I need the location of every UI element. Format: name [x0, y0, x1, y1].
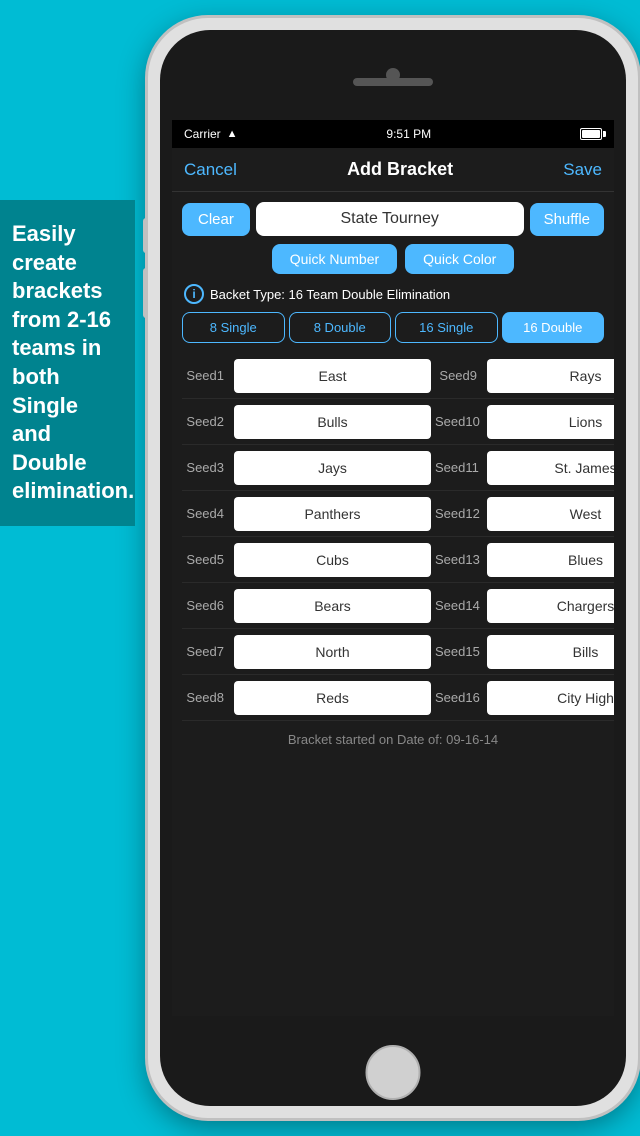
type-8-double[interactable]: 8 Double — [289, 312, 392, 343]
vol-down-button — [143, 268, 148, 318]
seed-input-8[interactable] — [234, 681, 431, 715]
seed-row-7: Seed7 — [182, 629, 435, 675]
seed-label-11: Seed11 — [435, 460, 483, 475]
seed-input-10[interactable] — [487, 405, 614, 439]
status-time: 9:51 PM — [386, 127, 431, 141]
cancel-button[interactable]: Cancel — [184, 160, 237, 180]
home-button[interactable] — [366, 1045, 421, 1100]
seed-input-3[interactable] — [234, 451, 431, 485]
footer-bar: Bracket started on Date of: 09-16-14 — [172, 721, 614, 759]
vol-up-button — [143, 218, 148, 253]
nav-bar: Cancel Add Bracket Save — [172, 148, 614, 192]
carrier-label: Carrier — [184, 127, 221, 141]
seed-input-5[interactable] — [234, 543, 431, 577]
seed-input-13[interactable] — [487, 543, 614, 577]
footer-text: Bracket started on Date of: 09-16-14 — [288, 732, 498, 747]
seed-row-1: Seed1 — [182, 353, 435, 399]
bracket-type-label: Backet Type: 16 Team Double Elimination — [210, 287, 450, 302]
seed-input-14[interactable] — [487, 589, 614, 623]
type-selector: 8 Single 8 Double 16 Single 16 Double — [182, 312, 604, 343]
shuffle-button[interactable]: Shuffle — [530, 203, 604, 236]
status-bar: Carrier ▲ 9:51 PM — [172, 120, 614, 148]
seed-label-4: Seed4 — [182, 506, 230, 521]
seed-row-5: Seed5 — [182, 537, 435, 583]
save-button[interactable]: Save — [563, 160, 602, 180]
seed-input-11[interactable] — [487, 451, 614, 485]
seed-row-11: Seed11 — [435, 445, 614, 491]
screen: Carrier ▲ 9:51 PM Cancel Add Bracket Sav… — [172, 120, 614, 1016]
seed-input-9[interactable] — [487, 359, 614, 393]
seed-label-3: Seed3 — [182, 460, 230, 475]
quick-color-button[interactable]: Quick Color — [405, 244, 514, 274]
clear-button[interactable]: Clear — [182, 203, 250, 236]
seed-row-8: Seed8 — [182, 675, 435, 721]
seed-row-16: Seed16 — [435, 675, 614, 721]
seed-row-12: Seed12 — [435, 491, 614, 537]
seed-label-14: Seed14 — [435, 598, 483, 613]
battery-icon — [580, 128, 602, 140]
top-buttons-row: Clear Shuffle — [182, 202, 604, 236]
seed-row-9: Seed9 — [435, 353, 614, 399]
seed-input-12[interactable] — [487, 497, 614, 531]
seed-label-15: Seed15 — [435, 644, 483, 659]
seed-input-15[interactable] — [487, 635, 614, 669]
seed-label-6: Seed6 — [182, 598, 230, 613]
tournament-name-input[interactable] — [256, 202, 524, 236]
quick-number-button[interactable]: Quick Number — [272, 244, 397, 274]
bracket-info: i Backet Type: 16 Team Double Eliminatio… — [182, 284, 604, 304]
status-left: Carrier ▲ — [184, 127, 238, 141]
seed-row-10: Seed10 — [435, 399, 614, 445]
sidebar-promo: Easily create brackets from 2-16 teams i… — [0, 200, 135, 526]
seed-label-10: Seed10 — [435, 414, 483, 429]
phone-frame: Carrier ▲ 9:51 PM Cancel Add Bracket Sav… — [148, 18, 638, 1118]
seed-input-2[interactable] — [234, 405, 431, 439]
seed-input-16[interactable] — [487, 681, 614, 715]
seed-input-1[interactable] — [234, 359, 431, 393]
content-area: Clear Shuffle Quick Number Quick Color i… — [172, 192, 614, 721]
seed-label-16: Seed16 — [435, 690, 483, 705]
seed-row-2: Seed2 — [182, 399, 435, 445]
wifi-icon: ▲ — [227, 128, 238, 140]
seed-row-14: Seed14 — [435, 583, 614, 629]
seeds-grid: Seed1 Seed9 Seed2 Seed10 Seed3 Seed11 Se… — [182, 353, 604, 721]
seed-label-2: Seed2 — [182, 414, 230, 429]
seed-row-13: Seed13 — [435, 537, 614, 583]
seed-label-1: Seed1 — [182, 368, 230, 383]
seed-row-3: Seed3 — [182, 445, 435, 491]
seed-label-8: Seed8 — [182, 690, 230, 705]
quick-buttons-row: Quick Number Quick Color — [182, 244, 604, 274]
seed-input-4[interactable] — [234, 497, 431, 531]
seed-row-15: Seed15 — [435, 629, 614, 675]
seed-label-13: Seed13 — [435, 552, 483, 567]
type-16-double[interactable]: 16 Double — [502, 312, 605, 343]
type-8-single[interactable]: 8 Single — [182, 312, 285, 343]
seed-label-7: Seed7 — [182, 644, 230, 659]
seed-input-7[interactable] — [234, 635, 431, 669]
phone-inner: Carrier ▲ 9:51 PM Cancel Add Bracket Sav… — [160, 30, 626, 1106]
speaker — [353, 78, 433, 86]
info-icon: i — [184, 284, 204, 304]
seed-label-12: Seed12 — [435, 506, 483, 521]
seed-input-6[interactable] — [234, 589, 431, 623]
seed-row-4: Seed4 — [182, 491, 435, 537]
type-16-single[interactable]: 16 Single — [395, 312, 498, 343]
nav-title: Add Bracket — [347, 159, 453, 180]
seed-label-5: Seed5 — [182, 552, 230, 567]
seed-label-9: Seed9 — [435, 368, 483, 383]
seed-row-6: Seed6 — [182, 583, 435, 629]
